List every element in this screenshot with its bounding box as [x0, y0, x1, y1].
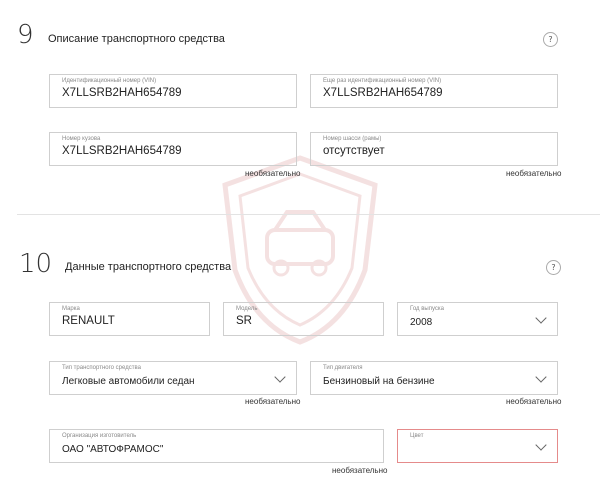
manufacturer-value: ОАО "АВТОФРАМОС" — [62, 444, 164, 455]
section-9-number: 9 — [17, 20, 34, 50]
vehicle-type-value: Легковые автомобили седан — [62, 376, 195, 387]
chevron-down-icon[interactable] — [535, 371, 547, 383]
vin-confirm-field[interactable]: Еще раз идентификационный номер (VIN) X7… — [310, 74, 558, 108]
manufacturer-field[interactable]: Организация изготовитель ОАО "АВТОФРАМОС… — [49, 429, 384, 463]
body-number-value: X7LLSRB2HAH654789 — [62, 145, 182, 157]
section-10-title: Данные транспортного средства — [65, 261, 232, 273]
chevron-down-icon[interactable] — [535, 312, 547, 324]
color-select[interactable]: Цвет — [397, 429, 558, 463]
vin-field[interactable]: Идентификационный номер (VIN) X7LLSRB2HA… — [49, 74, 297, 108]
chevron-down-icon[interactable] — [535, 439, 547, 451]
brand-value: RENAULT — [62, 315, 115, 327]
brand-field[interactable]: Марка RENAULT — [49, 302, 210, 336]
engine-type-label: Тип двигателя — [323, 365, 363, 371]
year-select[interactable]: Год выпуска 2008 — [397, 302, 558, 336]
body-number-optional-note: необязательно — [245, 169, 301, 178]
vin-confirm-label: Еще раз идентификационный номер (VIN) — [323, 78, 442, 84]
section-divider — [17, 214, 600, 215]
manufacturer-optional-note: необязательно — [332, 466, 388, 475]
vehicle-type-label: Тип транспортного средства — [62, 365, 141, 371]
body-number-label: Номер кузова — [62, 136, 101, 142]
engine-type-value: Бензиновый на бензине — [323, 376, 435, 387]
section-9-title: Описание транспортного средства — [48, 33, 225, 45]
vehicle-type-select[interactable]: Тип транспортного средства Легковые авто… — [49, 361, 297, 395]
chevron-down-icon[interactable] — [274, 371, 286, 383]
engine-type-select[interactable]: Тип двигателя Бензиновый на бензине — [310, 361, 558, 395]
engine-type-optional-note: необязательно — [506, 397, 562, 406]
model-value: SR — [236, 315, 252, 327]
brand-label: Марка — [62, 306, 80, 312]
vin-confirm-value: X7LLSRB2HAH654789 — [323, 87, 443, 99]
year-value: 2008 — [410, 317, 433, 328]
model-field[interactable]: Модель SR — [223, 302, 384, 336]
vehicle-type-optional-note: необязательно — [245, 397, 301, 406]
chassis-number-optional-note: необязательно — [506, 169, 562, 178]
vin-label: Идентификационный номер (VIN) — [62, 78, 157, 84]
body-number-field[interactable]: Номер кузова X7LLSRB2HAH654789 — [49, 132, 297, 166]
chassis-number-label: Номер шасси (рамы) — [323, 136, 382, 142]
manufacturer-label: Организация изготовитель — [62, 433, 137, 439]
chassis-number-value: отсутствует — [323, 145, 385, 157]
year-label: Год выпуска — [410, 306, 444, 312]
model-label: Модель — [236, 306, 258, 312]
help-icon[interactable]: ? — [546, 260, 561, 275]
help-icon[interactable]: ? — [543, 32, 558, 47]
vin-value: X7LLSRB2HAH654789 — [62, 87, 182, 99]
color-label: Цвет — [410, 433, 424, 439]
section-10-number: 10 — [19, 249, 53, 279]
chassis-number-field[interactable]: Номер шасси (рамы) отсутствует — [310, 132, 558, 166]
